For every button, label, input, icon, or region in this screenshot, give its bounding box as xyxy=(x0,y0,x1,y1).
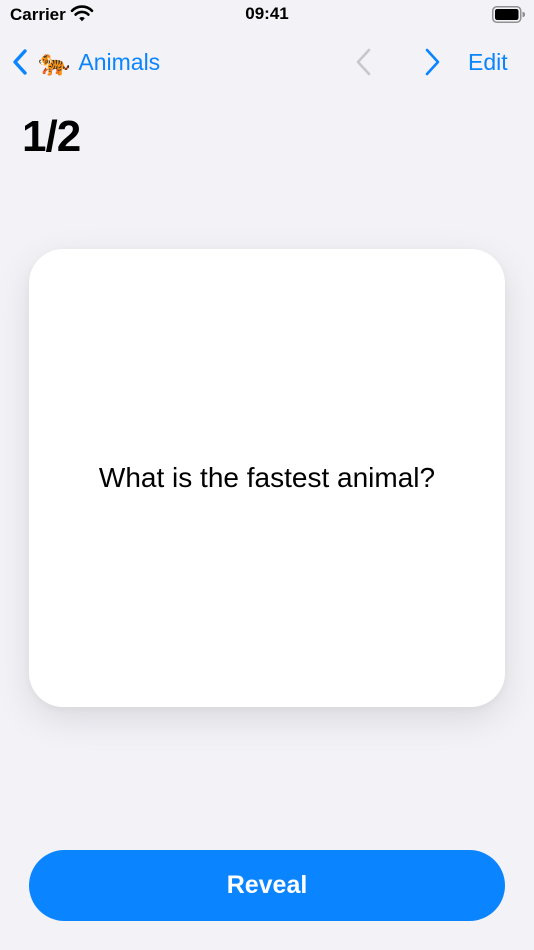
reveal-button[interactable]: Reveal xyxy=(29,850,505,921)
card-question: What is the fastest animal? xyxy=(98,462,436,493)
tiger-icon: 🐅 xyxy=(38,47,71,77)
chevron-left-icon xyxy=(13,49,27,75)
back-button-label: Animals xyxy=(78,48,161,75)
previous-card-button[interactable] xyxy=(350,46,378,78)
status-bar: Carrier 09:41 xyxy=(0,0,534,30)
clock: 09:41 xyxy=(245,4,289,23)
back-button[interactable]: 🐅 Animals xyxy=(10,40,160,84)
chevron-right-icon xyxy=(425,48,440,76)
page-title: 1/2 xyxy=(22,112,81,161)
navigation-bar: 🐅 Animals Edit xyxy=(0,40,534,84)
edit-button[interactable]: Edit xyxy=(468,40,508,84)
next-card-button[interactable] xyxy=(418,46,446,78)
battery-full-icon xyxy=(492,6,525,23)
chevron-left-icon xyxy=(356,48,371,76)
flashcard[interactable]: What is the fastest animal? xyxy=(29,249,505,707)
